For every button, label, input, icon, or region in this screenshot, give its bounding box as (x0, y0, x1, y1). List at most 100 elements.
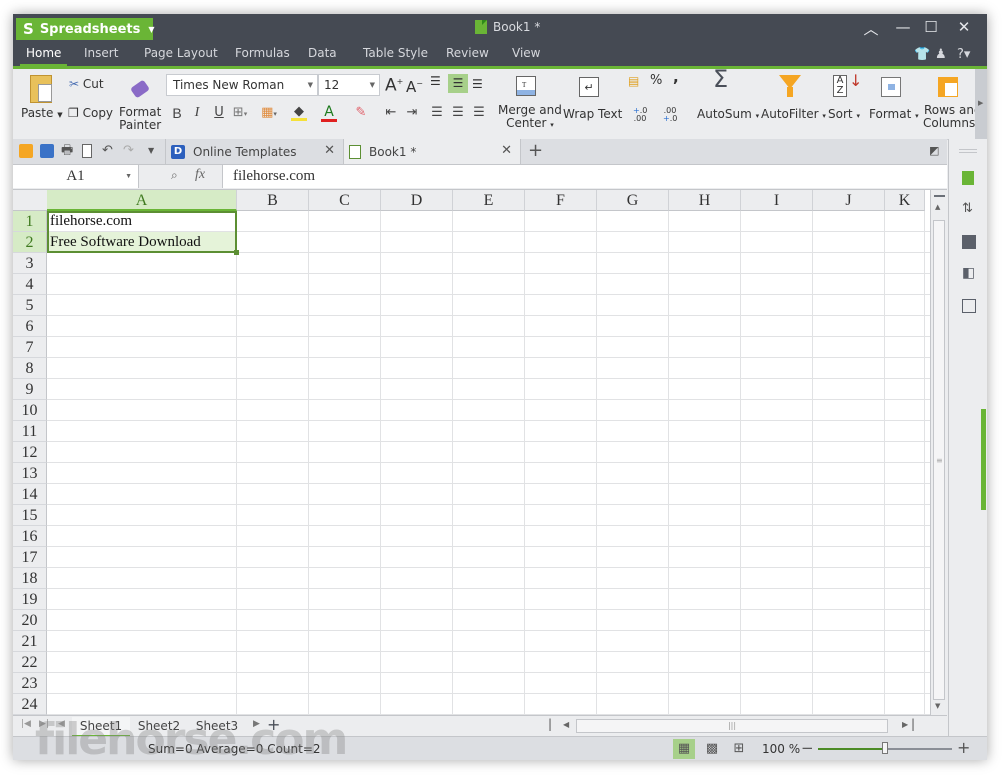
scroll-left-arrow[interactable]: ◀ (563, 720, 569, 729)
select-all-corner[interactable] (13, 190, 48, 211)
italic-button[interactable]: I (189, 105, 205, 121)
row-header-16[interactable]: 16 (13, 526, 47, 547)
new-tab-button[interactable]: + (528, 140, 543, 161)
format-painter-button[interactable]: Format Painter (119, 106, 161, 132)
hscroll-end-handle[interactable]: | (911, 717, 915, 731)
copy-button[interactable]: ❐ Copy (68, 107, 113, 120)
scroll-up-arrow[interactable]: ▲ (935, 203, 940, 211)
sigma-icon[interactable]: Σ (713, 67, 728, 91)
cut-button[interactable]: ✂ Cut (69, 78, 104, 91)
new-document-icon[interactable] (962, 171, 974, 185)
align-top-button[interactable]: ☰ (430, 75, 441, 88)
row-header-12[interactable]: 12 (13, 442, 47, 463)
page-break-view-button[interactable]: ▩ (701, 739, 723, 759)
clear-format-button[interactable]: ✎ (353, 105, 369, 120)
zoom-slider[interactable] (818, 742, 952, 754)
row-header-24[interactable]: 24 (13, 694, 47, 715)
next-sheet-button[interactable]: ▶ (253, 719, 260, 729)
row-header-9[interactable]: 9 (13, 379, 47, 400)
align-middle-button[interactable]: ☰ (448, 74, 468, 93)
zoom-formula-icon[interactable]: ⌕ (171, 168, 178, 183)
account-icon[interactable]: ♟ (935, 47, 947, 62)
row-header-22[interactable]: 22 (13, 652, 47, 673)
paste-icon[interactable] (30, 75, 52, 103)
row-header-7[interactable]: 7 (13, 337, 47, 358)
scroll-down-arrow[interactable]: ▼ (935, 702, 940, 710)
split-handle[interactable] (934, 195, 945, 197)
row-header-6[interactable]: 6 (13, 316, 47, 337)
help-icon[interactable]: ?▾ (957, 47, 970, 62)
row-header-5[interactable]: 5 (13, 295, 47, 316)
column-header-e[interactable]: E (453, 190, 525, 211)
increase-decimal-button[interactable]: +.0.00 (633, 107, 647, 123)
merge-cells-icon[interactable]: T (516, 76, 536, 96)
fill-color-button[interactable]: ◆ (291, 105, 307, 121)
row-header-8[interactable]: 8 (13, 358, 47, 379)
normal-view-button[interactable]: ▦ (673, 739, 695, 759)
hscroll-split-handle[interactable]: | (548, 717, 552, 731)
redo-icon[interactable]: ↷ (123, 144, 137, 158)
row-header-2[interactable]: 2 (13, 232, 47, 253)
underline-button[interactable]: U (211, 105, 227, 120)
cell-style-button[interactable]: ▦▾ (261, 105, 277, 120)
ribbon-scroll-right-button[interactable]: ▶ (975, 69, 987, 139)
format-painter-icon[interactable] (130, 75, 150, 99)
formula-input[interactable]: filehorse.com (222, 165, 947, 188)
tab-online-templates[interactable]: D Online Templates ✕ (165, 139, 343, 164)
tab-formulas[interactable]: Formulas (235, 46, 290, 60)
zoom-out-button[interactable]: − (801, 739, 814, 757)
sort-button[interactable]: Sort ▾ (828, 108, 860, 123)
customize-quick-access-icon[interactable]: ▼ (148, 144, 162, 158)
vertical-scrollbar[interactable]: ▲ ≡ ▼ (930, 190, 948, 715)
save-icon[interactable] (40, 144, 54, 158)
borders-button[interactable]: ⊞▾ (232, 105, 248, 120)
vertical-scroll-thumb[interactable]: ≡ (933, 220, 945, 700)
zoom-slider-knob[interactable] (882, 742, 888, 754)
full-screen-view-button[interactable]: ⊞ (728, 739, 750, 759)
print-icon[interactable]: 🖶 (61, 144, 75, 158)
name-box[interactable]: A1 ▼ (13, 165, 139, 188)
row-header-20[interactable]: 20 (13, 610, 47, 631)
align-center-button[interactable]: ☰ (450, 105, 466, 120)
increase-font-size-button[interactable]: A+ (385, 75, 403, 94)
row-header-23[interactable]: 23 (13, 673, 47, 694)
wrap-text-icon[interactable]: ↵ (579, 77, 599, 97)
select-objects-icon[interactable]: ⇅ (962, 202, 976, 216)
tab-data[interactable]: Data (308, 46, 337, 60)
rows-columns-icon[interactable] (938, 77, 958, 97)
tab-table-style[interactable]: Table Style (363, 46, 428, 60)
fill-handle[interactable] (234, 250, 239, 255)
selection-pane-icon[interactable] (962, 235, 976, 249)
tab-page-layout[interactable]: Page Layout (144, 46, 218, 60)
side-panel-expand-handle[interactable] (981, 409, 986, 510)
row-header-13[interactable]: 13 (13, 463, 47, 484)
tab-list-menu-icon[interactable]: ◩ (929, 144, 939, 157)
autosum-button[interactable]: AutoSum ▾ (697, 108, 759, 123)
align-bottom-button[interactable]: ☰ (472, 78, 483, 91)
shapes-icon[interactable]: ◧ (962, 266, 976, 280)
row-header-15[interactable]: 15 (13, 505, 47, 526)
column-header-a[interactable]: A (47, 190, 237, 211)
decrease-indent-button[interactable]: ⇤ (383, 105, 399, 120)
column-header-f[interactable]: F (525, 190, 597, 211)
wrap-text-button[interactable]: Wrap Text (563, 108, 622, 121)
bold-button[interactable]: B (169, 105, 185, 121)
column-header-b[interactable]: B (237, 190, 309, 211)
minimize-button[interactable]: — (891, 18, 915, 36)
comma-format-button[interactable]: , (673, 70, 679, 85)
paste-button[interactable]: Paste ▼ (21, 107, 63, 122)
format-button[interactable]: Format ▾ (869, 108, 919, 123)
close-tab-icon[interactable]: ✕ (501, 143, 512, 158)
row-header-17[interactable]: 17 (13, 547, 47, 568)
row-header-11[interactable]: 11 (13, 421, 47, 442)
sheet-tab-sheet1[interactable]: Sheet1 (72, 717, 130, 737)
tab-review[interactable]: Review (446, 46, 489, 60)
column-header-k[interactable]: K (885, 190, 925, 211)
align-right-button[interactable]: ☰ (471, 105, 487, 120)
column-header-g[interactable]: G (597, 190, 669, 211)
collapse-ribbon-button[interactable]: ︿ (859, 18, 883, 39)
row-header-21[interactable]: 21 (13, 631, 47, 652)
sheet-tab-sheet3[interactable]: Sheet3 (188, 717, 246, 735)
row-header-14[interactable]: 14 (13, 484, 47, 505)
sort-icon[interactable]: AZ (833, 75, 847, 97)
